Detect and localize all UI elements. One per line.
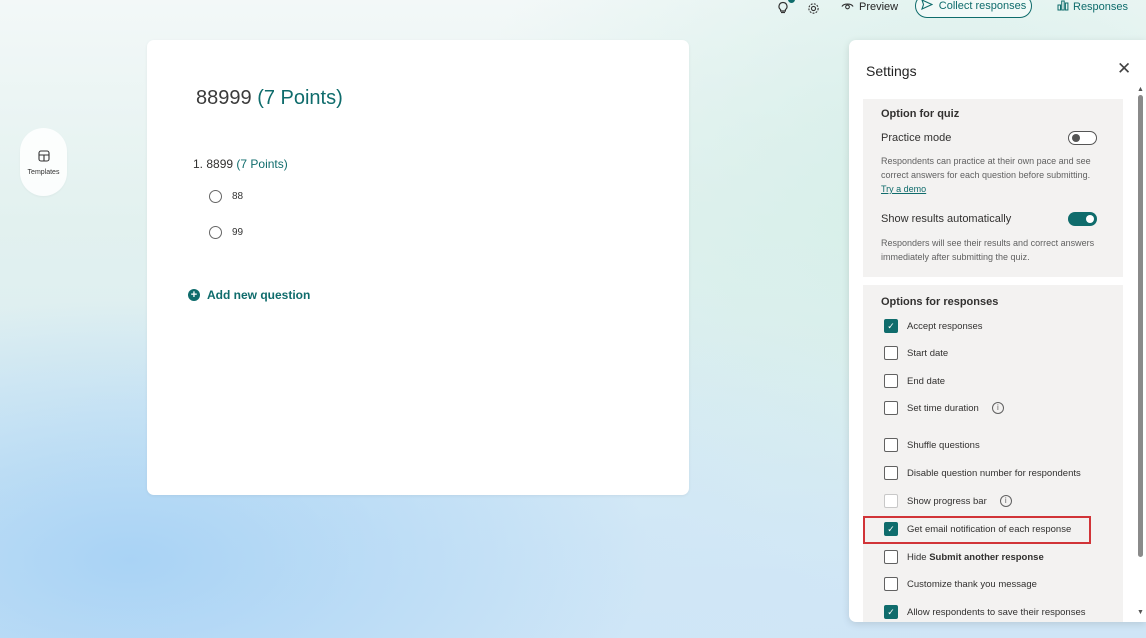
practice-desc-text: Respondents can practice at their own pa… — [881, 156, 1091, 180]
bar-chart-icon — [1057, 0, 1069, 14]
question-option[interactable]: 99 — [209, 226, 243, 239]
question-option[interactable]: 88 — [209, 190, 243, 203]
show-progress-bar-option[interactable]: Show progress bar i — [884, 494, 1012, 508]
collect-responses-label: Collect responses — [938, 0, 1027, 12]
close-icon[interactable]: ✕ — [1117, 60, 1131, 77]
option-label: Set time duration — [907, 402, 979, 414]
plus-circle-icon: + — [188, 289, 200, 301]
option-label: 99 — [232, 227, 244, 238]
customize-thank-you-option[interactable]: Customize thank you message — [884, 577, 1037, 591]
radio-button[interactable] — [209, 190, 222, 203]
question-title[interactable]: 1. 8899 (7 Points) — [193, 157, 288, 171]
set-time-duration-option[interactable]: Set time duration i — [884, 401, 1004, 415]
checkbox[interactable] — [884, 438, 898, 452]
option-label: Customize thank you message — [907, 578, 1037, 590]
checkbox[interactable] — [884, 346, 898, 360]
info-icon[interactable]: i — [991, 402, 1004, 414]
try-a-demo-link[interactable]: Try a demo — [881, 184, 926, 194]
add-new-question-button[interactable]: + Add new question — [188, 288, 310, 302]
option-label: Accept responses — [907, 320, 983, 332]
question-label: 1. 8899 — [193, 157, 234, 171]
checkbox[interactable]: ✓ — [884, 319, 898, 333]
templates-icon — [37, 149, 50, 167]
show-results-toggle[interactable] — [1068, 212, 1097, 226]
hide-submit-another-option[interactable]: Hide Submit another response — [884, 550, 1044, 564]
response-options-heading: Options for responses — [881, 296, 999, 308]
form-title-points: (7 Points) — [257, 87, 343, 109]
option-label: Hide Submit another response — [907, 552, 1044, 563]
form-card: 88999 (7 Points) 1. 8899 (7 Points) 88 9… — [147, 40, 689, 495]
responses-label: Responses — [1073, 1, 1129, 13]
lightbulb-icon[interactable] — [775, 0, 795, 16]
end-date-option[interactable]: End date — [884, 374, 945, 388]
option-label-bold: Submit another response — [929, 551, 1044, 563]
preview-label: Preview — [859, 1, 899, 13]
option-label: Shuffle questions — [907, 439, 980, 451]
checkbox[interactable] — [884, 494, 898, 508]
settings-title: Settings — [866, 63, 917, 79]
option-label: Allow respondents to save their response… — [907, 606, 1086, 618]
response-options-section: Options for responses ✓ Accept responses… — [863, 285, 1123, 622]
notification-badge — [788, 0, 795, 3]
option-label: 88 — [232, 191, 244, 202]
checkbox[interactable]: ✓ — [884, 605, 898, 619]
responses-tab[interactable]: Responses — [1057, 0, 1128, 14]
practice-mode-toggle[interactable] — [1068, 131, 1097, 145]
form-title[interactable]: 88999 (7 Points) — [196, 87, 343, 110]
scrollbar-thumb[interactable] — [1138, 95, 1143, 557]
scroll-up-arrow-icon[interactable]: ▲ — [1137, 86, 1144, 93]
gear-icon[interactable] — [805, 0, 821, 16]
checkbox[interactable] — [884, 466, 898, 480]
allow-save-responses-option[interactable]: ✓ Allow respondents to save their respon… — [884, 605, 1086, 619]
show-results-description: Responders will see their results and co… — [881, 238, 1095, 262]
highlight-box — [863, 516, 1091, 544]
form-title-text: 88999 — [196, 87, 252, 109]
quiz-options-heading: Option for quiz — [881, 108, 960, 120]
option-label: End date — [907, 375, 946, 387]
option-label: Start date — [907, 347, 949, 359]
eye-icon — [841, 1, 854, 14]
info-icon[interactable]: i — [999, 495, 1012, 507]
radio-button[interactable] — [209, 226, 222, 239]
practice-mode-description: Respondents can practice at their own pa… — [881, 154, 1099, 196]
disable-question-number-option[interactable]: Disable question number for respondents — [884, 466, 1081, 480]
preview-button[interactable]: Preview — [841, 0, 898, 14]
templates-button[interactable]: Templates — [20, 128, 67, 196]
practice-mode-label: Practice mode — [881, 132, 952, 144]
quiz-options-section: Option for quiz Practice mode Respondent… — [863, 99, 1123, 277]
accept-responses-option[interactable]: ✓ Accept responses — [884, 319, 983, 333]
shuffle-questions-option[interactable]: Shuffle questions — [884, 438, 980, 452]
templates-label: Templates — [27, 168, 60, 176]
send-icon — [920, 0, 934, 13]
checkbox[interactable] — [884, 577, 898, 591]
checkbox[interactable] — [884, 401, 898, 415]
start-date-option[interactable]: Start date — [884, 346, 948, 360]
option-label: Disable question number for respondents — [907, 467, 1081, 479]
settings-panel: Settings ✕ Option for quiz Practice mode… — [849, 40, 1146, 622]
checkbox[interactable] — [884, 550, 898, 564]
question-points: (7 Points) — [236, 157, 288, 171]
show-results-label: Show results automatically — [881, 213, 1012, 225]
option-label: Show progress bar — [907, 495, 987, 507]
add-new-question-label: Add new question — [207, 288, 311, 302]
option-label-prefix: Hide — [907, 551, 927, 563]
collect-responses-button[interactable]: Collect responses — [915, 0, 1032, 18]
checkbox[interactable] — [884, 374, 898, 388]
scroll-down-arrow-icon[interactable]: ▼ — [1137, 609, 1144, 616]
